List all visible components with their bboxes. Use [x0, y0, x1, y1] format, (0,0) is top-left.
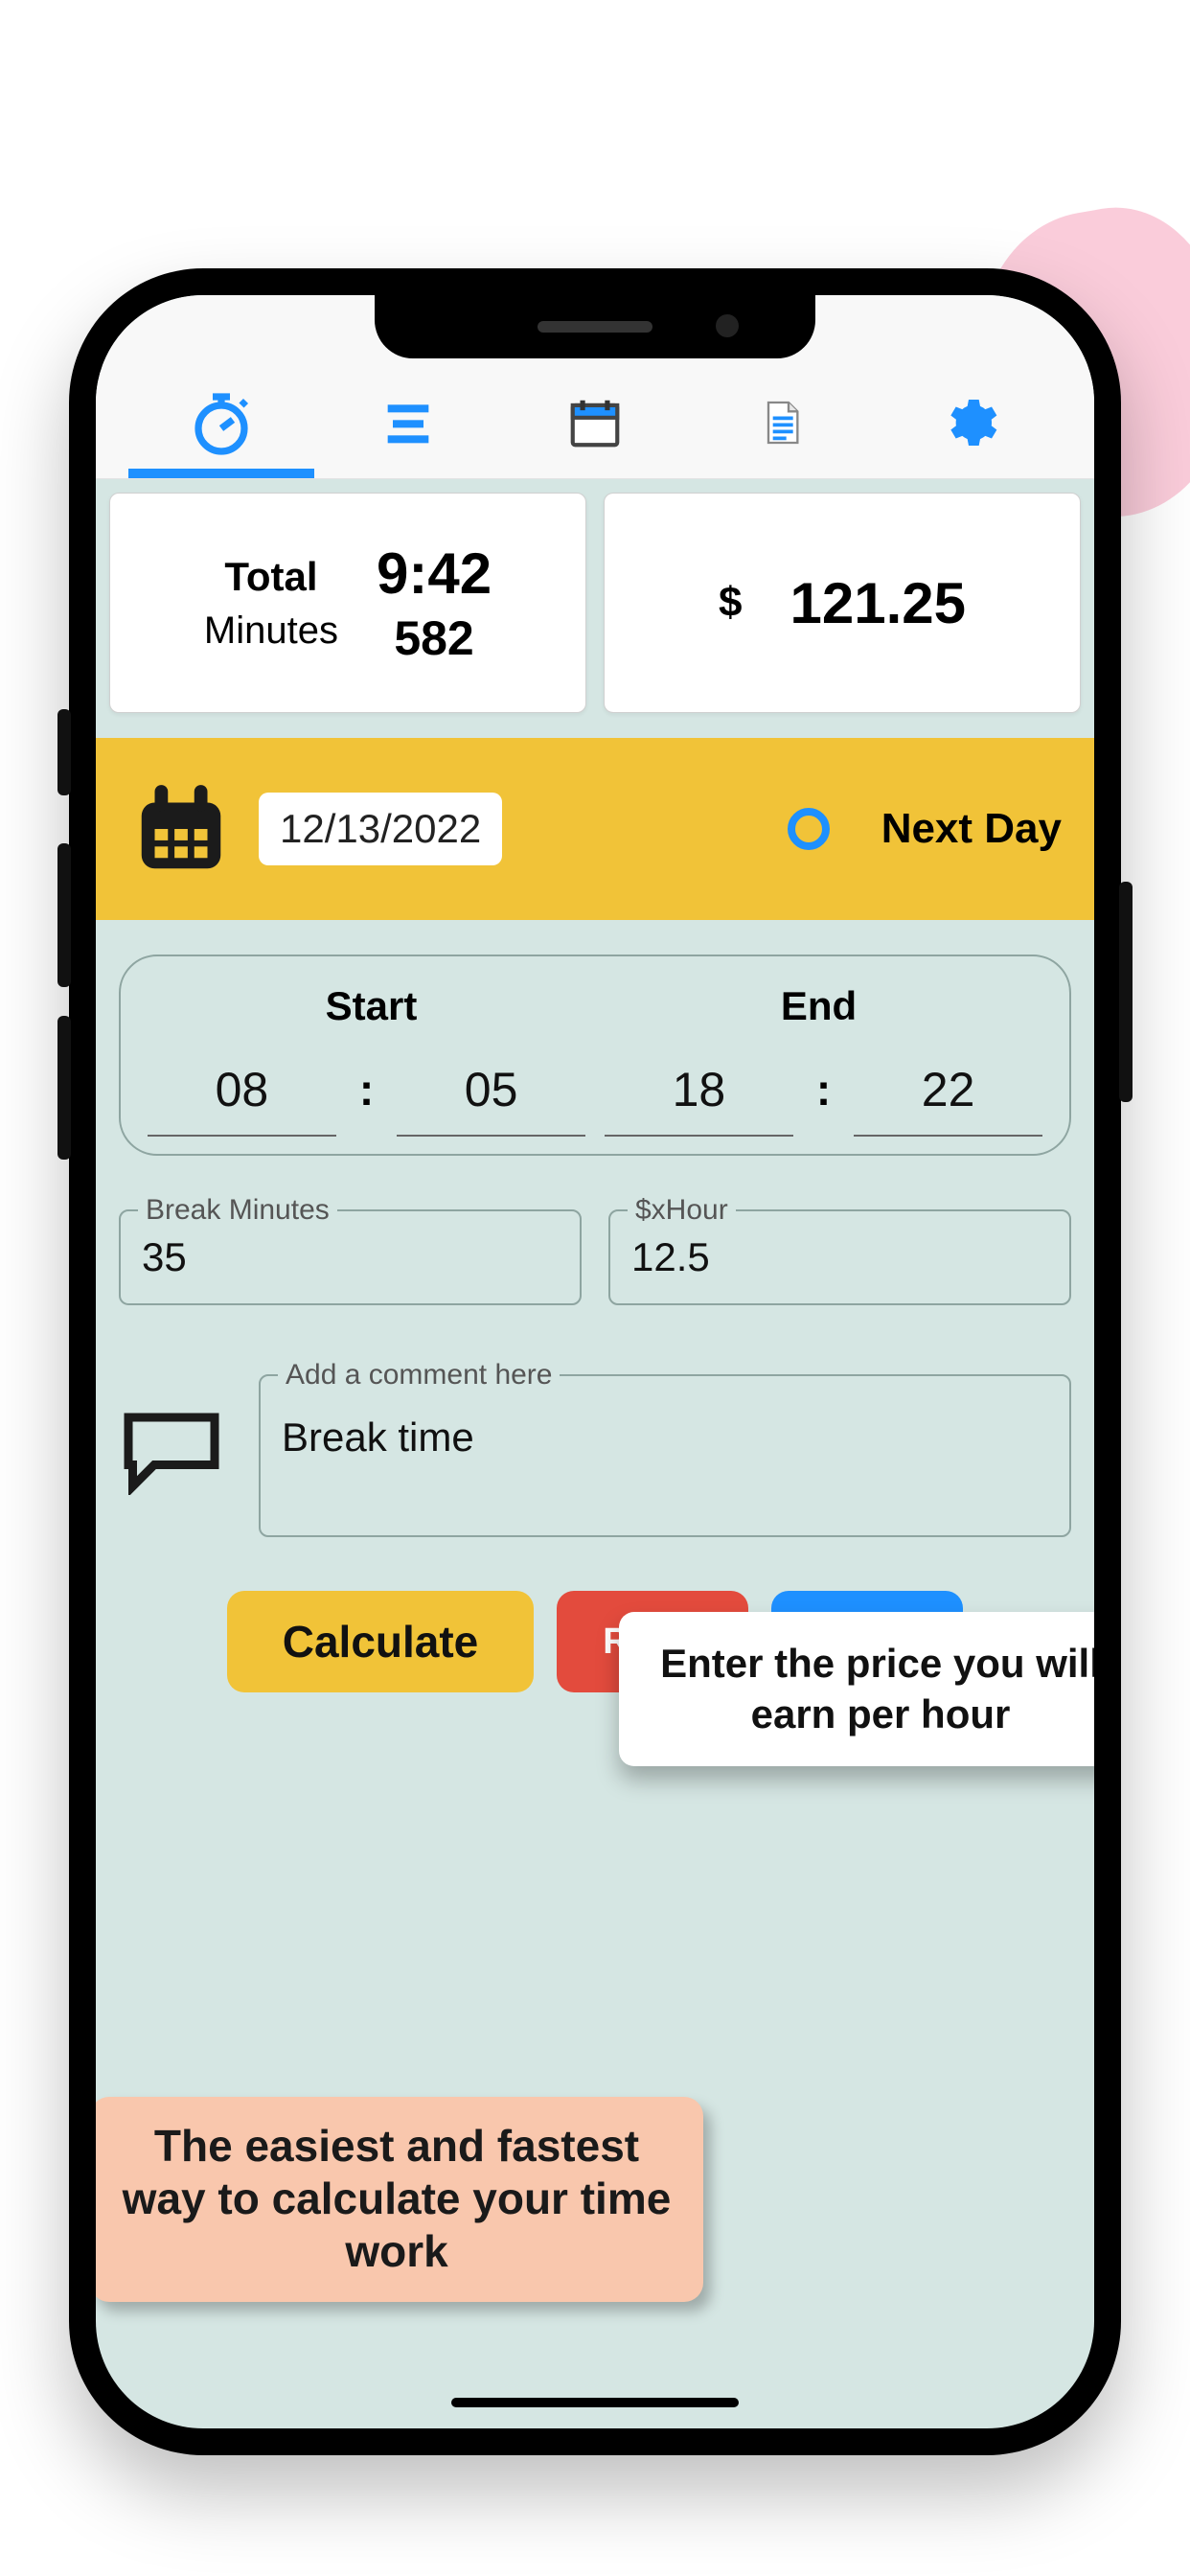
currency-symbol: $	[719, 579, 742, 627]
next-day-radio[interactable]	[788, 808, 830, 850]
tab-settings[interactable]	[887, 375, 1050, 471]
summary-row: Total Minutes 9:42 582 $ 121.25	[96, 479, 1094, 713]
total-card: Total Minutes 9:42 582	[109, 493, 586, 713]
phone-side-button	[1119, 882, 1133, 1102]
promo-banner: The easiest and fastest way to calculate…	[96, 2097, 703, 2302]
comment-field[interactable]: Add a comment here	[259, 1374, 1071, 1537]
tab-calendar[interactable]	[514, 375, 676, 471]
tab-document[interactable]	[700, 375, 863, 471]
earnings-amount: 121.25	[790, 570, 966, 636]
total-time-value: 9:42	[377, 540, 492, 607]
minutes-label: Minutes	[204, 610, 338, 653]
time-colon: :	[350, 1064, 383, 1125]
phone-screen: Total Minutes 9:42 582 $ 121.25 12/13/20…	[96, 295, 1094, 2428]
phone-side-button	[57, 1016, 71, 1160]
stopwatch-icon	[187, 388, 256, 457]
tab-list[interactable]	[327, 375, 490, 471]
break-minutes-label: Break Minutes	[138, 1194, 337, 1227]
break-minutes-field[interactable]: Break Minutes	[119, 1209, 582, 1305]
fields-row: Break Minutes $xHour	[119, 1209, 1071, 1305]
comment-icon	[119, 1409, 224, 1495]
tab-timer[interactable]	[140, 375, 303, 471]
end-hour-input[interactable]	[605, 1052, 793, 1137]
document-icon	[755, 393, 809, 452]
date-input[interactable]: 12/13/2022	[259, 793, 502, 865]
time-colon: :	[807, 1064, 840, 1125]
phone-camera	[716, 314, 739, 337]
start-hour-input[interactable]	[148, 1052, 336, 1137]
end-label: End	[595, 983, 1042, 1029]
break-minutes-input[interactable]	[142, 1234, 559, 1280]
phone-speaker	[538, 321, 652, 333]
hourly-rate-label: $xHour	[628, 1194, 736, 1227]
start-label: Start	[148, 983, 595, 1029]
phone-notch	[375, 295, 815, 358]
next-day-label: Next Day	[881, 805, 1062, 853]
list-icon	[378, 392, 439, 453]
calendar-icon	[565, 393, 625, 452]
phone-side-button	[57, 709, 71, 795]
comment-input[interactable]	[282, 1414, 1048, 1460]
time-range-card: Start End : :	[119, 954, 1071, 1156]
home-indicator	[451, 2398, 739, 2407]
hourly-rate-input[interactable]	[631, 1234, 1048, 1280]
start-minute-input[interactable]	[397, 1052, 585, 1137]
phone-frame: Total Minutes 9:42 582 $ 121.25 12/13/20…	[69, 268, 1121, 2455]
total-label: Total	[204, 554, 338, 600]
hourly-rate-tooltip: Enter the price you will earn per hour	[619, 1612, 1094, 1766]
total-minutes-value: 582	[377, 610, 492, 666]
gear-icon	[938, 392, 999, 453]
earnings-card: $ 121.25	[604, 493, 1081, 713]
hourly-rate-field[interactable]: $xHour	[608, 1209, 1071, 1305]
date-bar: 12/13/2022 Next Day	[96, 738, 1094, 920]
calculate-button[interactable]: Calculate	[227, 1591, 534, 1692]
comment-row: Add a comment here	[119, 1374, 1071, 1537]
calendar-large-icon	[128, 776, 234, 882]
end-minute-input[interactable]	[854, 1052, 1042, 1137]
phone-side-button	[57, 843, 71, 987]
comment-label: Add a comment here	[278, 1359, 560, 1392]
